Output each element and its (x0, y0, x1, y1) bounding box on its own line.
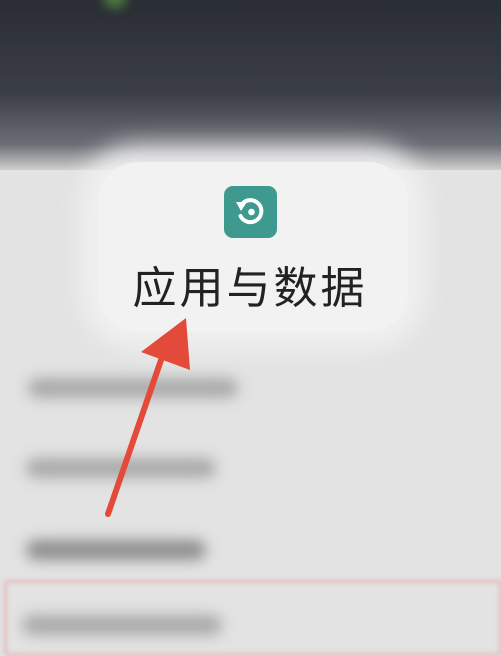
red-arrow-annotation (105, 318, 190, 517)
